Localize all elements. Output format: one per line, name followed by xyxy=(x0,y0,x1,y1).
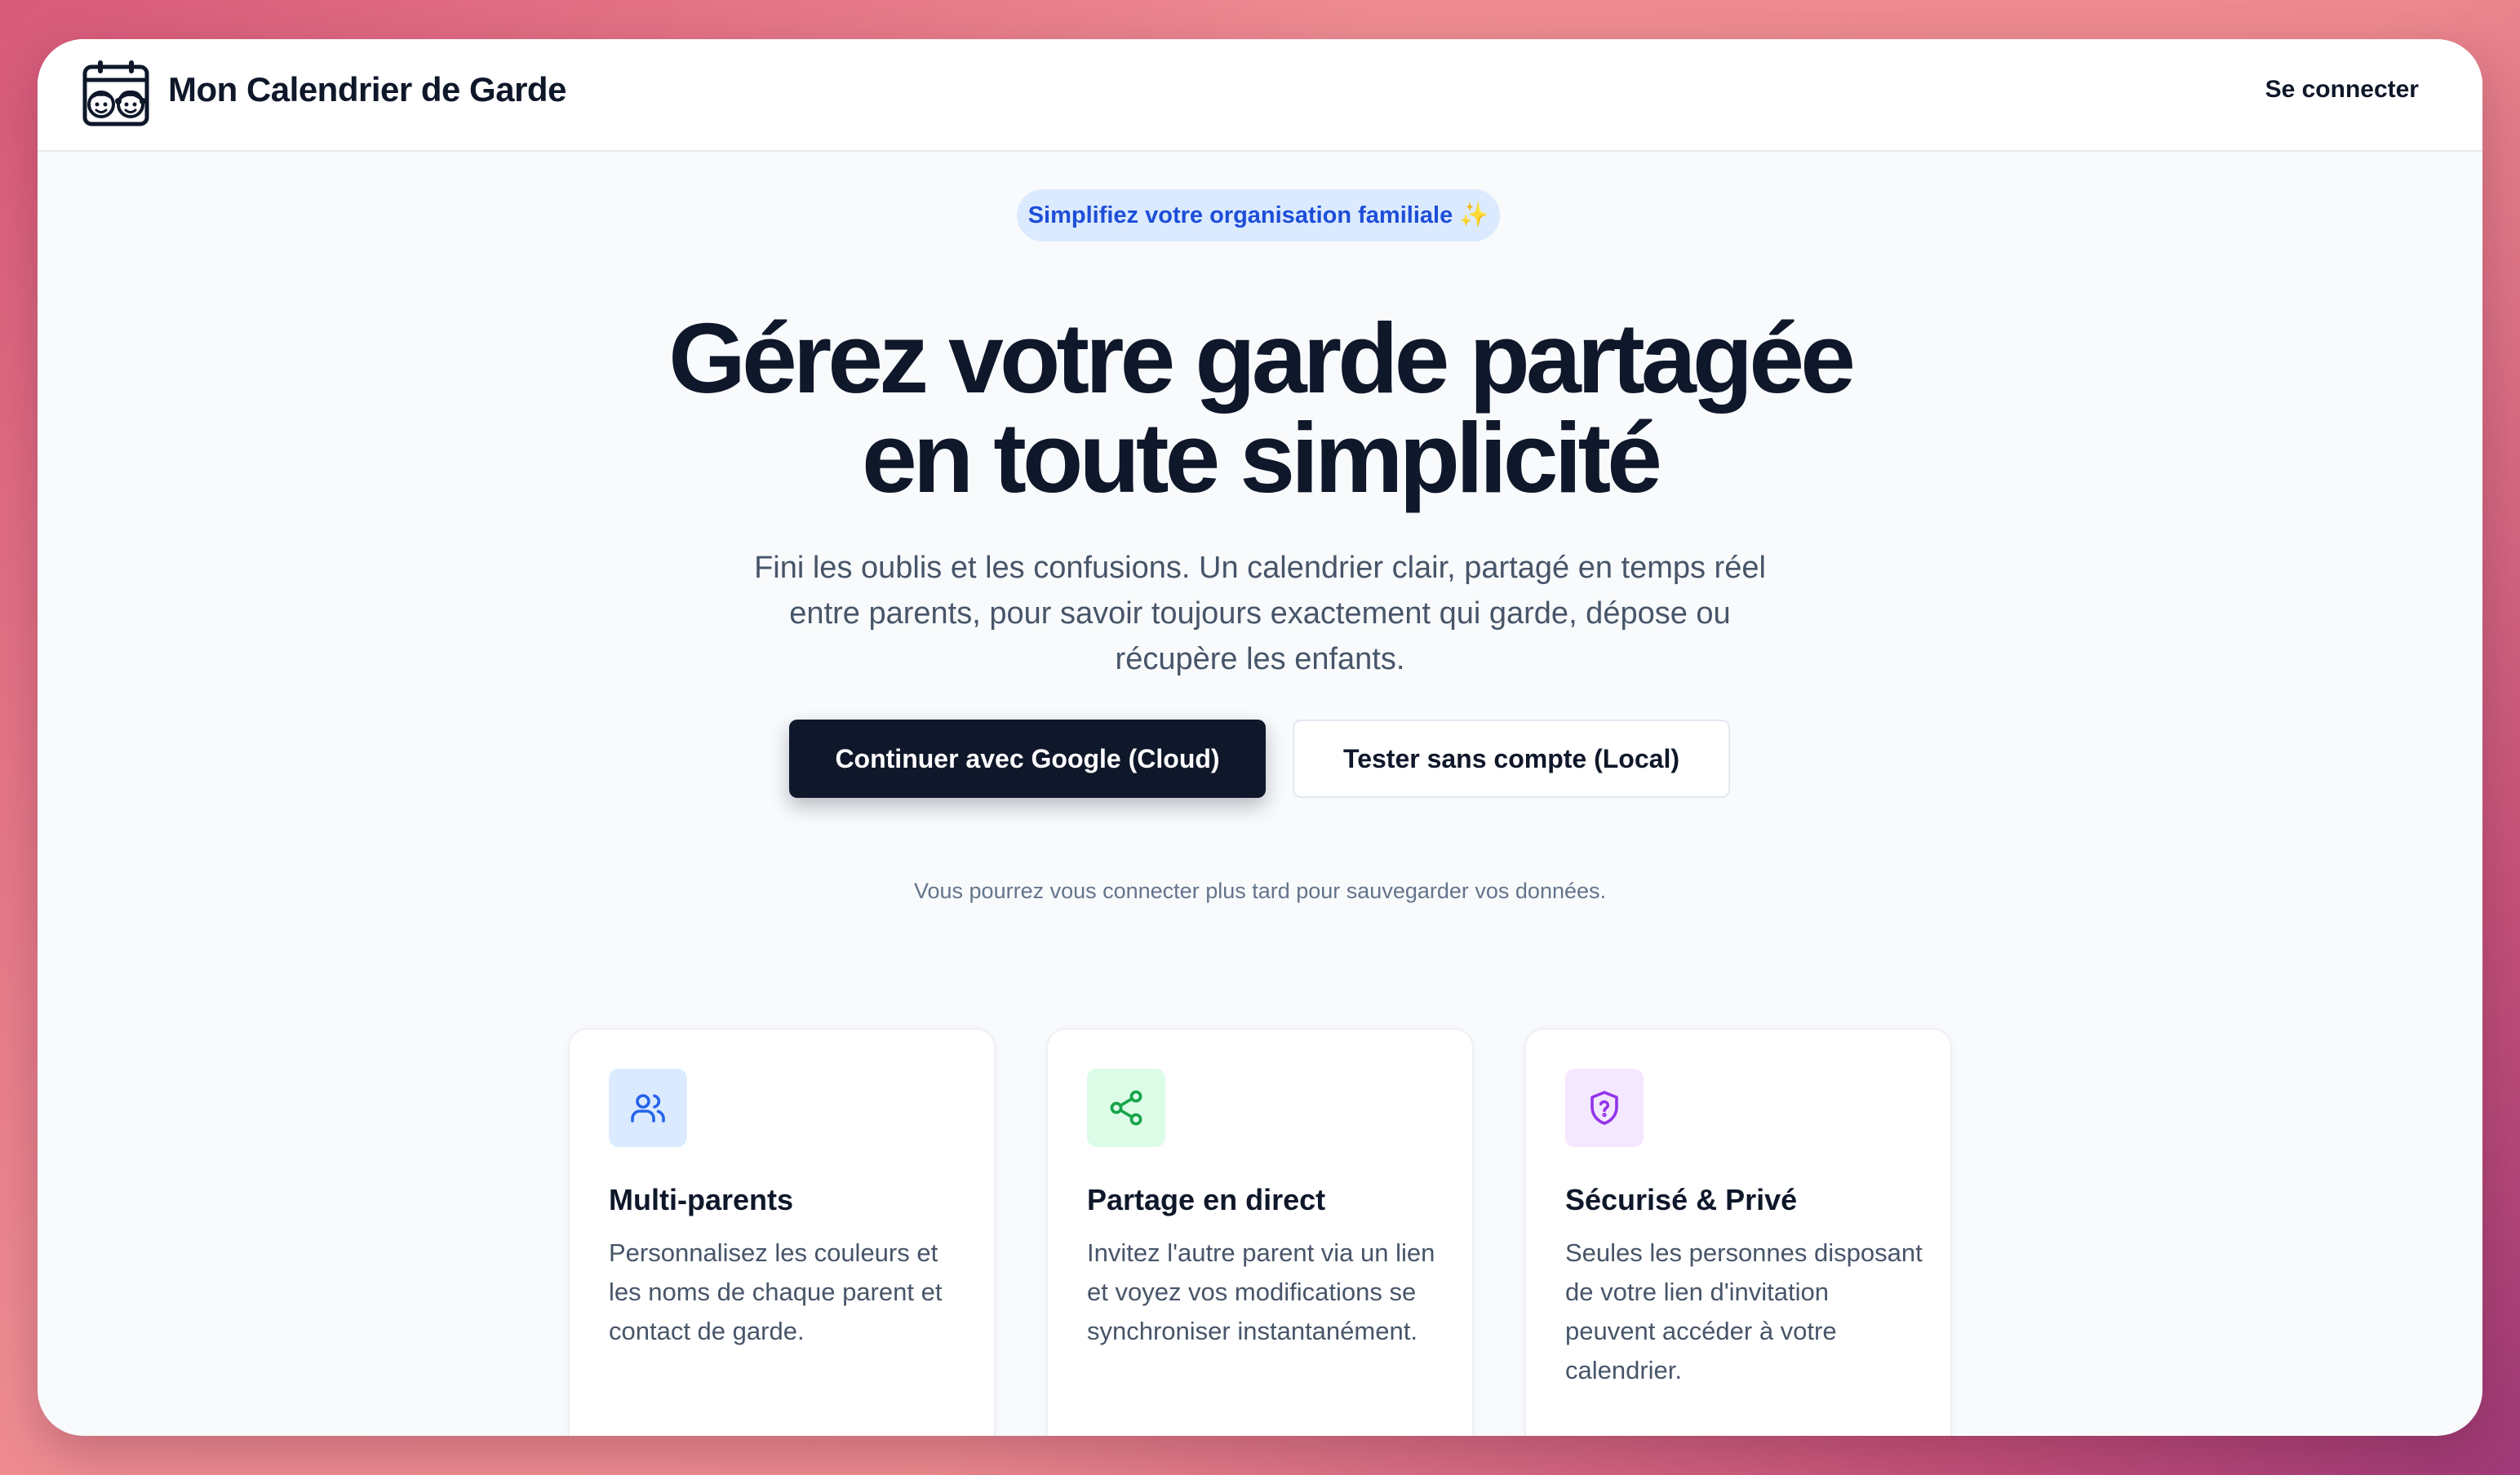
share-icon xyxy=(1087,1069,1165,1147)
top-navbar: Mon Calendrier de Garde Se connecter xyxy=(38,39,2482,152)
feature-description: Seules les personnes disposant de votre … xyxy=(1565,1238,1923,1384)
feature-description: Invitez l'autre parent via un lien et vo… xyxy=(1087,1238,1435,1345)
hero-subtitle: Fini les oublis et les confusions. Un ca… xyxy=(754,551,1766,676)
users-icon xyxy=(609,1069,687,1147)
google-signin-button[interactable]: Continuer avec Google (Cloud) xyxy=(789,720,1266,798)
try-local-button[interactable]: Tester sans compte (Local) xyxy=(1293,720,1730,798)
sparkles-icon: ✨ xyxy=(1459,202,1489,228)
app-window: Mon Calendrier de Garde Se connecter Sim… xyxy=(38,39,2482,1436)
feature-title: Partage en direct xyxy=(1087,1183,1326,1216)
shield-question-icon xyxy=(1565,1069,1644,1147)
hero-title-line-2: en toute simplicité xyxy=(861,402,1662,513)
kids-calendar-icon xyxy=(82,55,150,131)
hero-title-line-1: Gérez votre garde partagée xyxy=(668,303,1856,414)
feature-card-secure: Sécurisé & Privé Seules les personnes di… xyxy=(1524,1028,1952,1436)
feature-card-multi-parents: Multi-parents Personnalisez les couleurs… xyxy=(568,1028,996,1436)
hero-title: Gérez votre garde partagée en toute simp… xyxy=(38,308,2482,507)
signin-later-note: Vous pourrez vous connecter plus tard po… xyxy=(913,879,1607,903)
feature-card-live-share: Partage en direct Invitez l'autre parent… xyxy=(1046,1028,1474,1436)
app-title: Mon Calendrier de Garde xyxy=(168,70,566,109)
feature-title: Multi-parents xyxy=(609,1183,794,1216)
tagline-badge: Simplifiez votre organisation familiale ✨ xyxy=(1017,189,1500,241)
signin-link[interactable]: Se connecter xyxy=(2265,69,2419,111)
feature-title: Sécurisé & Privé xyxy=(1565,1183,1798,1216)
feature-description: Personnalisez les couleurs et les noms d… xyxy=(609,1238,943,1345)
tagline-badge-text: Simplifiez votre organisation familiale xyxy=(1027,202,1453,228)
